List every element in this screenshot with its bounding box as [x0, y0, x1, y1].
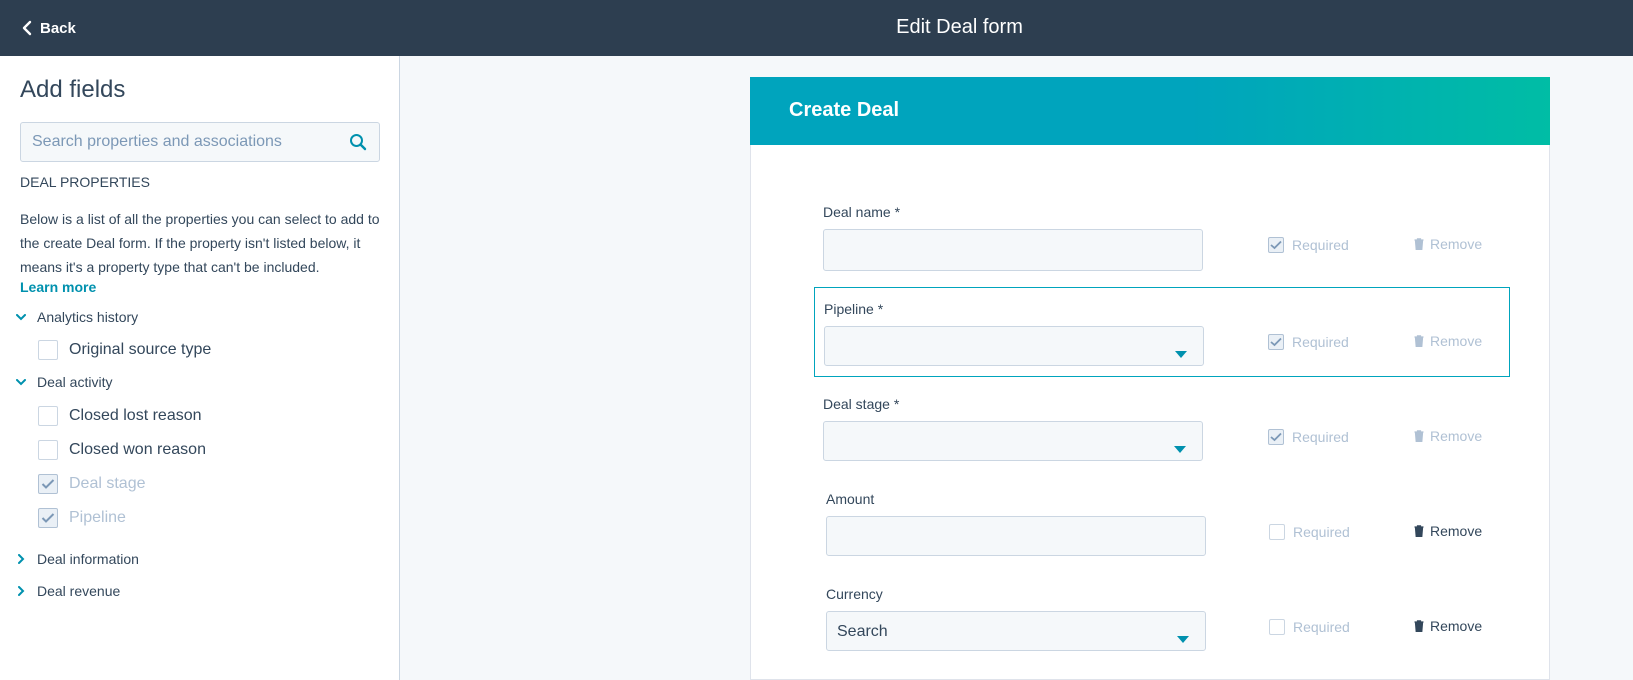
- property-label: Closed lost reason: [69, 407, 202, 424]
- trash-icon: [1414, 525, 1424, 537]
- checkmark-icon: [1270, 240, 1282, 250]
- checkbox-checked: [1268, 334, 1284, 350]
- required-toggle[interactable]: Required: [1269, 619, 1350, 635]
- remove-label: Remove: [1430, 333, 1483, 349]
- form-title: Create Deal: [789, 99, 900, 121]
- sidebar-heading: Add fields: [20, 76, 126, 103]
- field-label: Currency: [826, 586, 883, 602]
- page-title: Edit Deal form: [896, 16, 1023, 38]
- group-label: Deal activity: [37, 374, 113, 390]
- add-fields-sidebar: Add fields DEAL PROPERTIES Below is a li…: [0, 56, 400, 680]
- trash-icon: [1414, 430, 1424, 442]
- select-value: Search: [837, 623, 888, 640]
- field-label: Pipeline *: [824, 301, 884, 317]
- section-description: Below is a list of all the properties yo…: [20, 211, 380, 275]
- group-deal-information[interactable]: Deal information: [16, 551, 139, 567]
- required-label: Required: [1293, 524, 1350, 540]
- remove-button[interactable]: Remove: [1414, 428, 1482, 444]
- checkbox-checked: [1268, 237, 1284, 253]
- property-deal-stage: Deal stage: [38, 474, 146, 494]
- currency-select[interactable]: Search: [826, 611, 1206, 651]
- dropdown-caret-icon: [1175, 345, 1187, 363]
- remove-label: Remove: [1430, 428, 1483, 444]
- property-pipeline: Pipeline: [38, 508, 126, 528]
- top-bar: Back Edit Deal form: [0, 0, 1633, 56]
- search-icon[interactable]: [349, 133, 367, 156]
- field-deal-name: Deal name *: [823, 204, 1223, 274]
- section-title: DEAL PROPERTIES: [20, 174, 150, 190]
- checkbox: [1269, 619, 1285, 635]
- checkmark-icon: [41, 479, 55, 489]
- property-label: Deal stage: [69, 475, 146, 492]
- deal-stage-select[interactable]: [823, 421, 1203, 461]
- required-label: Required: [1292, 237, 1349, 253]
- required-label: Required: [1293, 619, 1350, 635]
- required-toggle[interactable]: Required: [1269, 524, 1350, 540]
- trash-icon: [1414, 238, 1424, 250]
- property-original-source-type[interactable]: Original source type: [38, 340, 211, 360]
- field-pipeline: Pipeline *: [824, 301, 1224, 371]
- group-label: Deal revenue: [37, 583, 121, 599]
- remove-label: Remove: [1430, 618, 1483, 634]
- trash-icon: [1414, 620, 1424, 632]
- field-amount: Amount: [826, 491, 1226, 561]
- required-label: Required: [1292, 334, 1349, 350]
- field-label: Deal stage *: [823, 396, 900, 412]
- checkbox[interactable]: [38, 406, 58, 426]
- field-deal-stage: Deal stage *: [823, 396, 1223, 466]
- checkbox-checked: [1268, 429, 1284, 445]
- field-label: Deal name *: [823, 204, 901, 220]
- property-closed-lost-reason[interactable]: Closed lost reason: [38, 406, 202, 426]
- checkmark-icon: [1270, 337, 1282, 347]
- group-deal-revenue[interactable]: Deal revenue: [16, 583, 120, 599]
- checkbox-checked: [38, 508, 58, 528]
- group-label: Analytics history: [37, 309, 139, 325]
- property-label: Original source type: [69, 341, 212, 358]
- property-label: Pipeline: [69, 509, 126, 526]
- required-toggle[interactable]: Required: [1268, 237, 1349, 253]
- checkbox[interactable]: [38, 440, 58, 460]
- group-analytics-history[interactable]: Analytics history: [16, 309, 138, 325]
- chevron-down-icon: [16, 313, 26, 321]
- remove-button[interactable]: Remove: [1414, 523, 1482, 539]
- checkbox: [1269, 524, 1285, 540]
- dropdown-caret-icon: [1174, 440, 1186, 458]
- remove-button[interactable]: Remove: [1414, 236, 1482, 252]
- group-deal-activity[interactable]: Deal activity: [16, 374, 112, 390]
- field-currency: Currency Search: [826, 586, 1226, 656]
- remove-button[interactable]: Remove: [1414, 333, 1482, 349]
- trash-icon: [1414, 335, 1424, 347]
- dropdown-caret-icon: [1177, 630, 1189, 648]
- learn-more-link[interactable]: Learn more: [20, 279, 96, 295]
- checkbox[interactable]: [38, 340, 58, 360]
- search-input[interactable]: [21, 123, 341, 161]
- checkmark-icon: [1270, 432, 1282, 442]
- required-toggle[interactable]: Required: [1268, 334, 1349, 350]
- form-header: Create Deal: [750, 77, 1550, 145]
- remove-label: Remove: [1430, 236, 1483, 252]
- amount-input[interactable]: [826, 516, 1206, 556]
- chevron-right-icon: [16, 554, 26, 564]
- group-label: Deal information: [37, 551, 139, 567]
- search-box: [20, 122, 380, 162]
- required-label: Required: [1292, 429, 1349, 445]
- chevron-right-icon: [16, 586, 26, 596]
- remove-button[interactable]: Remove: [1414, 618, 1482, 634]
- remove-label: Remove: [1430, 523, 1483, 539]
- checkmark-icon: [41, 513, 55, 523]
- required-toggle[interactable]: Required: [1268, 429, 1349, 445]
- field-label: Amount: [826, 491, 875, 507]
- property-closed-won-reason[interactable]: Closed won reason: [38, 440, 206, 460]
- chevron-down-icon: [16, 378, 26, 386]
- checkbox-checked: [38, 474, 58, 494]
- deal-name-input[interactable]: [823, 229, 1203, 271]
- pipeline-select[interactable]: [824, 326, 1204, 366]
- property-label: Closed won reason: [69, 441, 206, 458]
